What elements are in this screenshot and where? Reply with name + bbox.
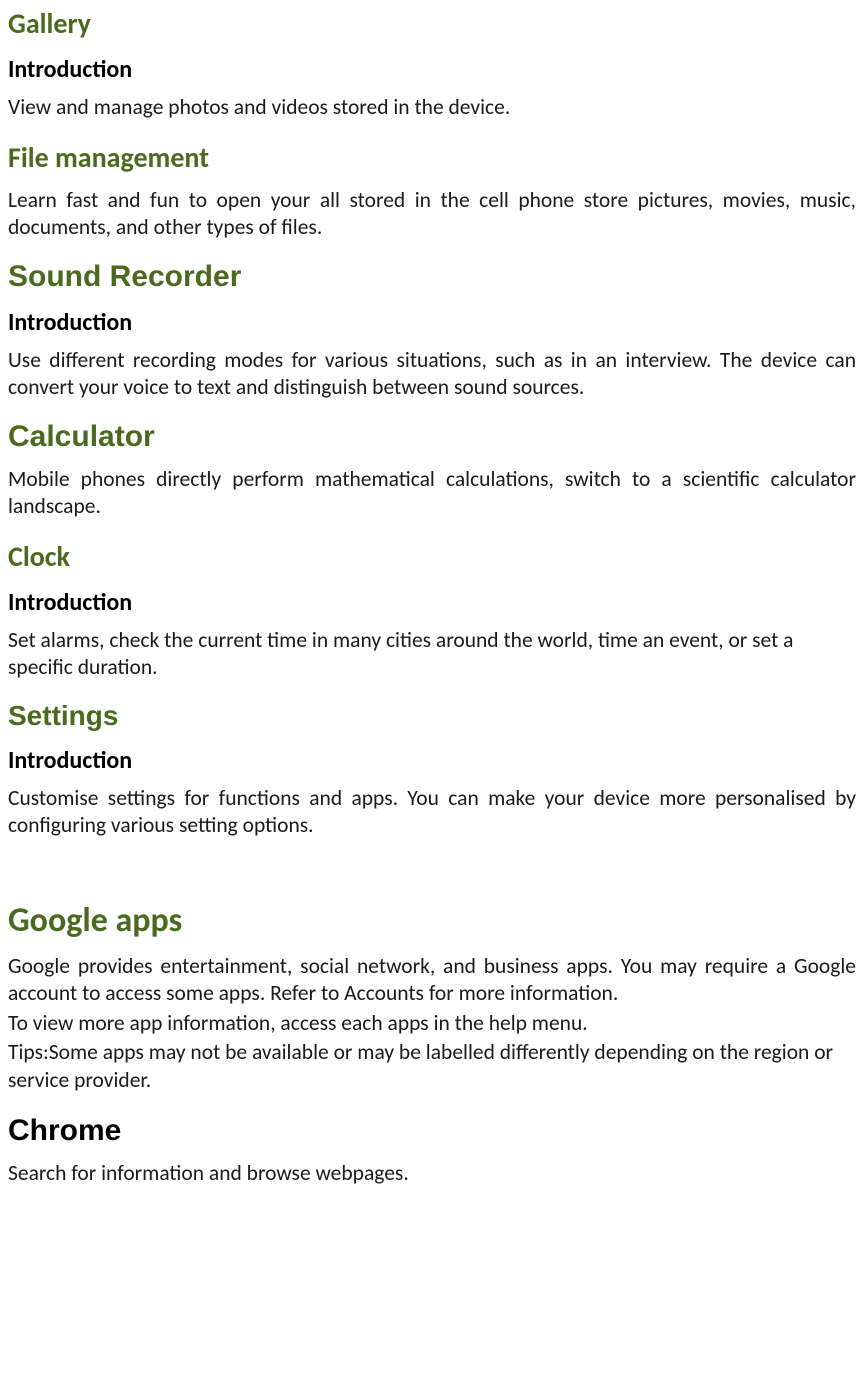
text-sound-intro: Use different recording modes for variou… bbox=[8, 347, 856, 402]
heading-calculator: Calculator bbox=[8, 420, 856, 454]
heading-sound-recorder: Sound Recorder bbox=[8, 260, 856, 294]
text-settings-intro: Customise settings for functions and app… bbox=[8, 785, 856, 840]
subheading-clock-intro: Introduction bbox=[8, 588, 856, 617]
heading-clock: Clock bbox=[8, 539, 856, 574]
subheading-settings-intro: Introduction bbox=[8, 746, 856, 775]
text-google-line1: Google provides entertainment, social ne… bbox=[8, 953, 856, 1008]
text-gallery-intro: View and manage photos and videos stored… bbox=[8, 94, 856, 122]
heading-settings: Settings bbox=[8, 700, 856, 732]
text-file-management: Learn fast and fun to open your all stor… bbox=[8, 187, 856, 242]
text-google-line3: Tips:Some apps may not be available or m… bbox=[8, 1039, 856, 1094]
heading-google-apps: Google apps bbox=[8, 900, 856, 941]
heading-gallery: Gallery bbox=[8, 6, 856, 41]
heading-file-management: File management bbox=[8, 140, 856, 175]
subheading-sound-intro: Introduction bbox=[8, 308, 856, 337]
text-clock-intro: Set alarms, check the current time in ma… bbox=[8, 627, 856, 682]
text-calculator: Mobile phones directly perform mathemati… bbox=[8, 466, 856, 521]
text-google-line2: To view more app information, access eac… bbox=[8, 1010, 856, 1038]
text-chrome: Search for information and browse webpag… bbox=[8, 1160, 856, 1188]
subheading-gallery-intro: Introduction bbox=[8, 55, 856, 84]
heading-chrome: Chrome bbox=[8, 1114, 856, 1148]
